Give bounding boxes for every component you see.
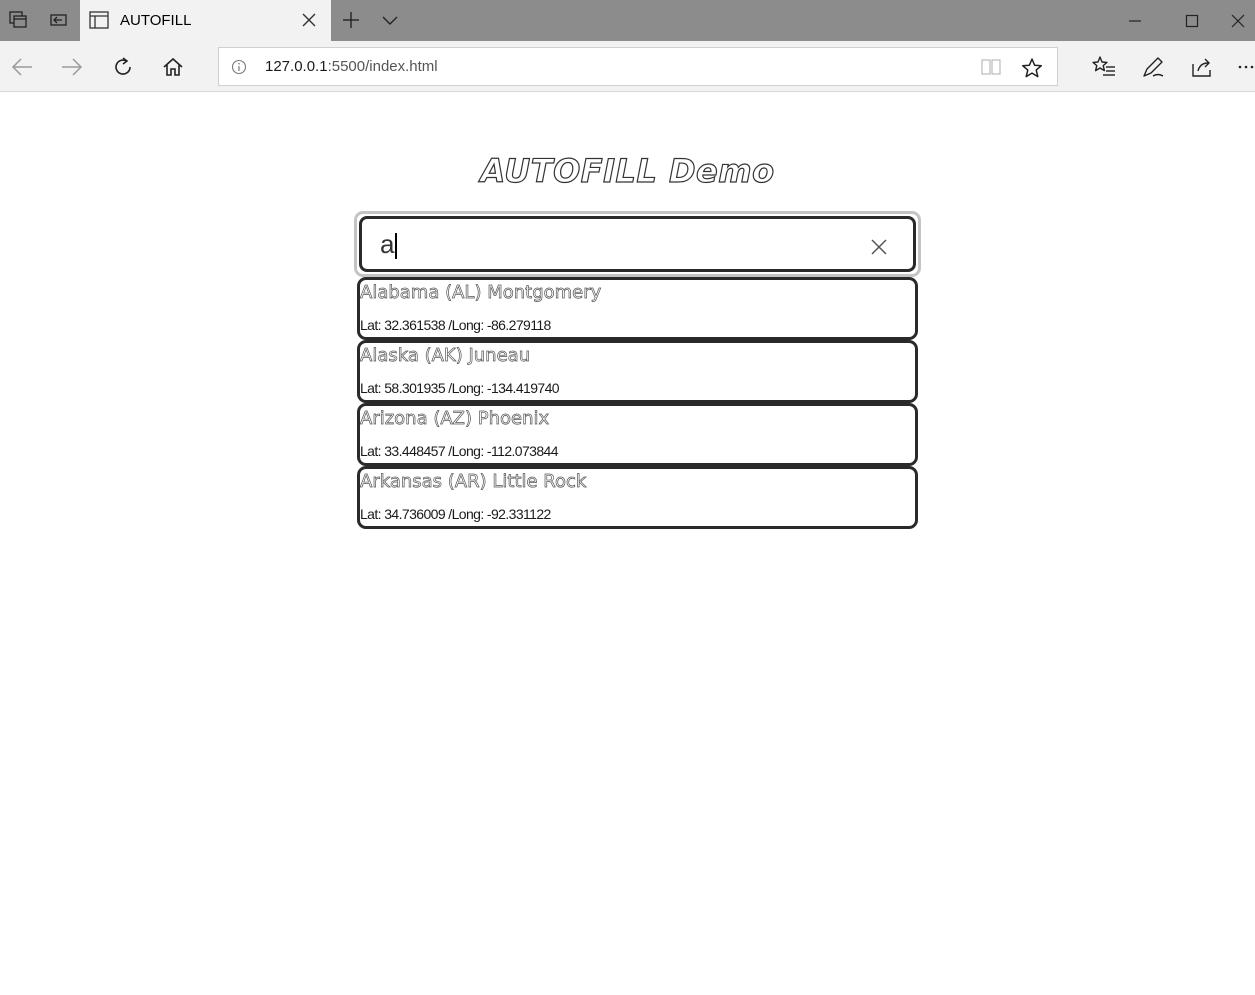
url-host: 127.0.0.1 xyxy=(265,58,328,75)
close-tab-icon[interactable] xyxy=(300,11,318,29)
result-item[interactable]: Arkansas (AR) Little Rock Lat: 34.736009… xyxy=(357,466,918,529)
url-text[interactable]: 127.0.0.1:5500/index.html xyxy=(265,58,438,75)
result-item[interactable]: Alaska (AK) Juneau Lat: 58.301935 /Long:… xyxy=(357,340,918,403)
tab-title: AUTOFILL xyxy=(120,12,192,29)
back-arrow-icon[interactable] xyxy=(9,54,35,80)
result-item[interactable]: Arizona (AZ) Phoenix Lat: 33.448457 /Lon… xyxy=(357,403,918,466)
address-bar[interactable]: 127.0.0.1:5500/index.html xyxy=(218,47,1058,86)
refresh-icon[interactable] xyxy=(110,54,136,80)
tab-autofill[interactable]: AUTOFILL xyxy=(80,0,331,41)
text-caret xyxy=(395,233,397,259)
share-icon[interactable] xyxy=(1189,54,1215,80)
maximize-button[interactable] xyxy=(1164,0,1220,41)
chevron-down-icon[interactable] xyxy=(380,10,400,30)
plus-icon[interactable] xyxy=(341,10,361,30)
page-icon xyxy=(89,11,109,29)
clear-search-icon[interactable] xyxy=(869,237,889,257)
more-icon[interactable] xyxy=(1236,54,1255,80)
close-window-button[interactable] xyxy=(1221,0,1255,41)
result-coords: Lat: 33.448457 /Long: -112.073844 xyxy=(360,443,559,459)
result-name: Alaska (AK) Juneau xyxy=(360,345,531,367)
tab-bar: AUTOFILL xyxy=(0,0,1255,41)
search-input[interactable] xyxy=(380,228,850,260)
page-title: AUTOFILL Demo xyxy=(480,151,775,190)
info-icon[interactable] xyxy=(231,59,247,75)
autocomplete-results: Alabama (AL) Montgomery Lat: 32.361538 /… xyxy=(357,277,918,529)
result-coords: Lat: 58.301935 /Long: -134.419740 xyxy=(360,380,560,396)
minimize-button[interactable] xyxy=(1107,0,1163,41)
search-box[interactable] xyxy=(359,216,916,272)
result-item[interactable]: Alabama (AL) Montgomery Lat: 32.361538 /… xyxy=(357,277,918,340)
search-focus-ring xyxy=(354,211,921,277)
set-aside-tabs-icon[interactable] xyxy=(48,10,68,30)
result-name: Arkansas (AR) Little Rock xyxy=(360,471,587,493)
url-path: :5500/index.html xyxy=(327,58,438,75)
result-coords: Lat: 32.361538 /Long: -86.279118 xyxy=(360,317,551,333)
result-name: Arizona (AZ) Phoenix xyxy=(360,408,550,430)
tab-manager-icon[interactable] xyxy=(8,10,28,30)
pen-icon[interactable] xyxy=(1140,54,1166,80)
star-icon[interactable] xyxy=(1021,57,1043,79)
home-icon[interactable] xyxy=(160,54,186,80)
reading-view-icon[interactable] xyxy=(981,58,1001,76)
favorites-list-icon[interactable] xyxy=(1091,54,1117,80)
result-name: Alabama (AL) Montgomery xyxy=(360,282,602,304)
minimize-icon xyxy=(1129,19,1141,22)
close-icon xyxy=(1231,14,1245,27)
forward-arrow-icon[interactable] xyxy=(59,54,85,80)
browser-toolbar: 127.0.0.1:5500/index.html xyxy=(0,41,1255,92)
maximize-icon xyxy=(1185,14,1199,27)
result-coords: Lat: 34.736009 /Long: -92.331122 xyxy=(360,506,551,522)
